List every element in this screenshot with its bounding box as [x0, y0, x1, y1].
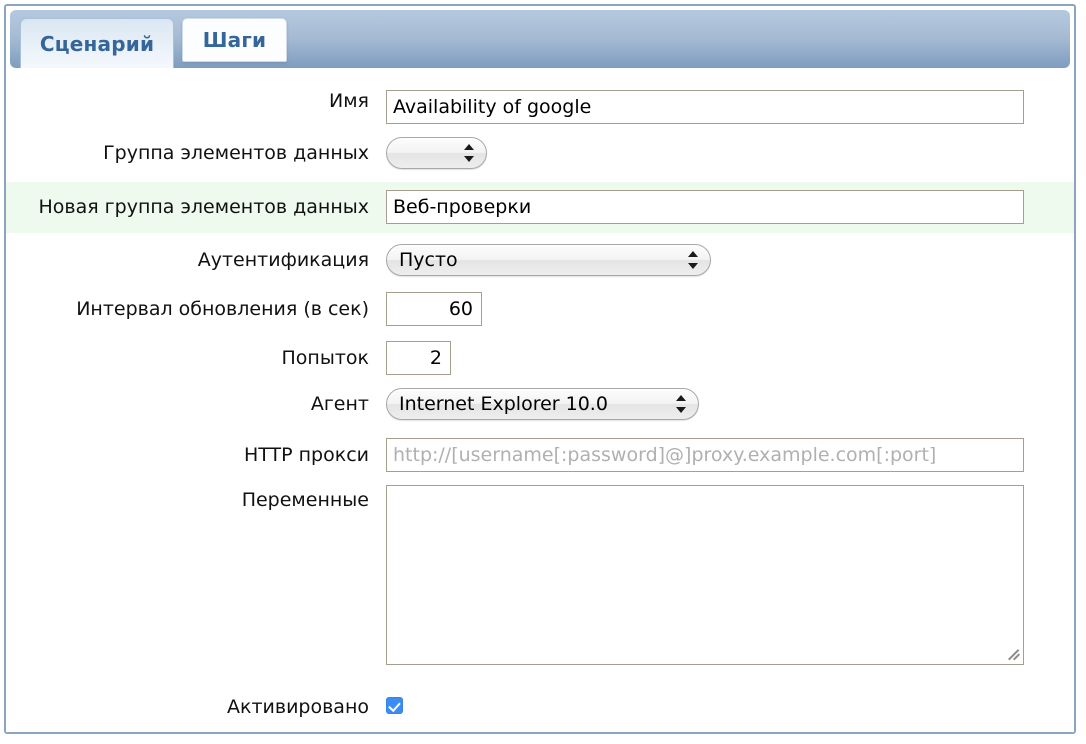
name-label: Имя — [329, 90, 369, 112]
enabled-field-wrap — [386, 697, 1074, 718]
row-item-group: Группа элементов данных — [6, 137, 1074, 173]
agent-select[interactable]: Internet Explorer 10.0 — [386, 388, 699, 420]
enabled-label: Активировано — [226, 696, 369, 718]
http-proxy-label: HTTP прокси — [243, 444, 369, 466]
row-agent: Агент Internet Explorer 10.0 — [6, 388, 1074, 424]
new-item-group-input[interactable] — [386, 190, 1024, 224]
tab-bar: Сценарий Шаги — [10, 10, 1070, 68]
http-proxy-input[interactable] — [386, 438, 1024, 472]
http-proxy-field-wrap — [386, 438, 1074, 472]
updown-arrows-icon — [464, 143, 475, 163]
agent-label: Агент — [310, 393, 369, 415]
update-interval-field-wrap — [386, 292, 1074, 326]
name-input[interactable] — [386, 90, 1024, 124]
row-authentication: Аутентификация Пусто — [6, 244, 1074, 280]
attempts-label: Попыток — [281, 347, 369, 369]
attempts-input[interactable] — [386, 341, 451, 375]
item-group-label: Группа элементов данных — [103, 142, 369, 164]
row-http-proxy: HTTP прокси — [6, 438, 1074, 472]
update-interval-label: Интервал обновления (в сек) — [76, 298, 369, 320]
tab-steps[interactable]: Шаги — [182, 18, 287, 62]
new-item-group-label: Новая группа элементов данных — [38, 196, 369, 218]
variables-textarea[interactable] — [386, 485, 1024, 665]
variables-field-wrap — [386, 485, 1074, 669]
scenario-form: Имя Группа элементов данных Новая группа… — [6, 68, 1074, 732]
row-variables: Переменные — [6, 485, 1074, 669]
agent-field-wrap: Internet Explorer 10.0 — [386, 388, 1074, 424]
row-new-item-group: Новая группа элементов данных — [6, 182, 1074, 233]
update-interval-input[interactable] — [386, 292, 482, 326]
authentication-label: Аутентификация — [197, 249, 369, 271]
updown-arrows-icon — [688, 250, 699, 270]
row-enabled: Активировано — [6, 697, 1074, 718]
row-attempts: Попыток — [6, 341, 1074, 375]
scenario-form-panel: Сценарий Шаги Имя Группа элементов данны… — [4, 4, 1076, 734]
updown-arrows-icon — [676, 394, 687, 414]
authentication-field-wrap: Пусто — [386, 244, 1074, 280]
variables-textarea-wrap — [386, 485, 1024, 665]
item-group-field-wrap — [386, 137, 1074, 173]
tab-scenario-label: Сценарий — [39, 31, 155, 56]
item-group-select[interactable] — [386, 137, 487, 169]
name-field-wrap — [386, 90, 1074, 124]
attempts-field-wrap — [386, 341, 1074, 375]
tab-scenario[interactable]: Сценарий — [20, 18, 174, 68]
enabled-checkbox[interactable] — [386, 697, 403, 714]
agent-select-value: Internet Explorer 10.0 — [399, 393, 608, 415]
row-update-interval: Интервал обновления (в сек) — [6, 292, 1074, 326]
tab-steps-label: Шаги — [202, 28, 267, 52]
new-item-group-field-wrap — [386, 190, 1074, 224]
variables-label: Переменные — [241, 489, 369, 511]
row-name: Имя — [6, 90, 1074, 124]
authentication-select-value: Пусто — [399, 249, 458, 271]
authentication-select[interactable]: Пусто — [386, 244, 711, 276]
